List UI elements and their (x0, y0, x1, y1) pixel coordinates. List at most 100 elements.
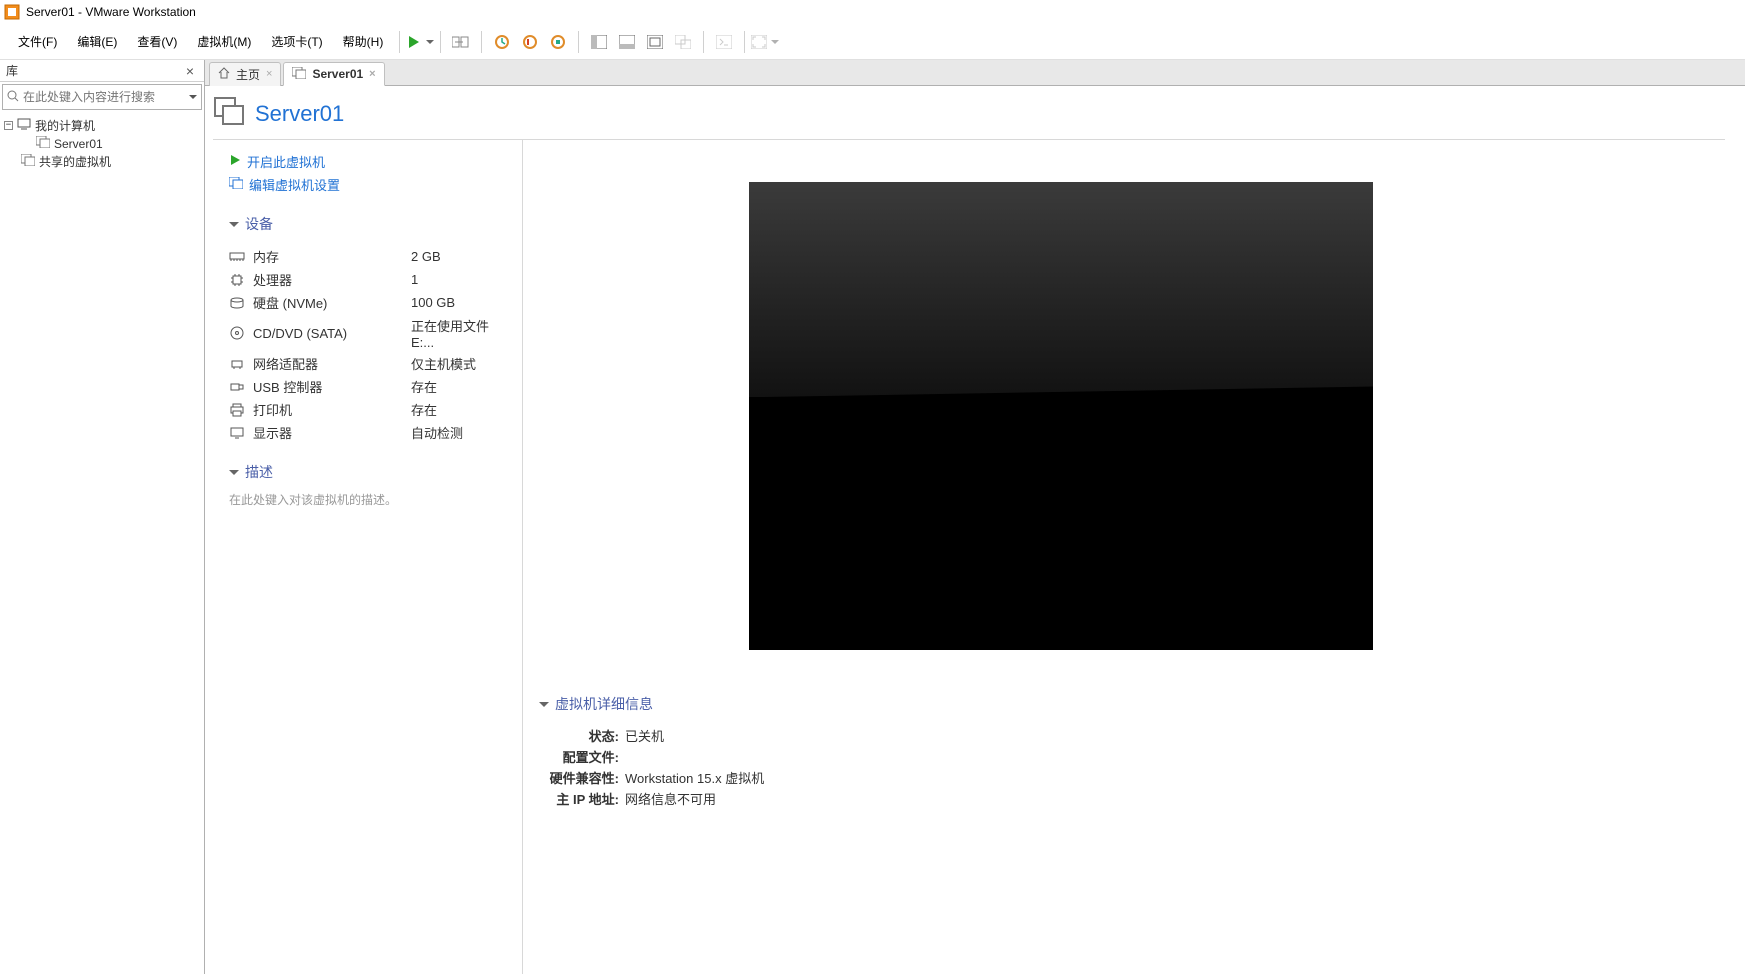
search-dropdown[interactable] (189, 95, 197, 103)
section-header-description[interactable]: 描述 (229, 462, 506, 487)
device-value: 仅主机模式 (411, 354, 506, 373)
tree-collapse-icon[interactable]: − (4, 121, 13, 130)
collapse-icon (539, 702, 549, 712)
power-on-link[interactable]: 开启此虚拟机 (229, 150, 506, 173)
titlebar: Server01 - VMware Workstation (0, 0, 1745, 24)
memory-icon (229, 250, 245, 264)
tree-node-my-computer[interactable]: − 我的计算机 (0, 116, 204, 135)
separator (744, 31, 745, 53)
tree-node-server01[interactable]: Server01 (0, 135, 204, 152)
device-value: 自动检测 (411, 423, 506, 442)
vm-icon (36, 136, 50, 151)
fullscreen-button[interactable] (751, 28, 779, 56)
menu-edit[interactable]: 编辑(E) (67, 29, 127, 54)
description-placeholder[interactable]: 在此处键入对该虚拟机的描述。 (229, 491, 506, 508)
search-input[interactable] (23, 90, 185, 104)
menu-view[interactable]: 查看(V) (127, 29, 187, 54)
device-row-net[interactable]: 网络适配器仅主机模式 (229, 352, 506, 375)
device-row-cd[interactable]: CD/DVD (SATA)正在使用文件 E:... (229, 314, 506, 352)
main-area: 库 × − 我的计算机 Server01 共享的虚拟机 (0, 60, 1745, 974)
tree-label: 共享的虚拟机 (39, 153, 111, 170)
computer-icon (17, 118, 31, 133)
view-thumbnail-button[interactable] (585, 28, 613, 56)
detail-row-ip: 主 IP 地址: 网络信息不可用 (539, 788, 1725, 809)
device-name: USB 控制器 (253, 377, 403, 396)
device-row-usb[interactable]: USB 控制器存在 (229, 375, 506, 398)
device-value: 存在 (411, 377, 506, 396)
quickswitch-button[interactable] (710, 28, 738, 56)
device-list: 内存 2 GB 处理器1硬盘 (NVMe)100 GBCD/DVD (SATA)正在… (229, 245, 506, 444)
tab-close-button[interactable]: × (369, 68, 375, 80)
device-name: 打印机 (253, 400, 403, 419)
view-unity-button[interactable] (669, 28, 697, 56)
power-button[interactable] (406, 28, 434, 56)
device-name: 处理器 (253, 270, 403, 289)
vm-title-row: Server01 (213, 96, 1725, 140)
tab-server01[interactable]: Server01 × (283, 62, 384, 86)
tab-strip: 主页 × Server01 × (205, 60, 1745, 86)
vm-icon (292, 67, 306, 82)
tree-label: Server01 (54, 137, 103, 151)
edit-settings-link[interactable]: 编辑虚拟机设置 (229, 173, 506, 196)
content-pane: 主页 × Server01 × Server01 开启此虚拟机 (205, 60, 1745, 974)
screen-gloss (749, 182, 1373, 397)
device-name: CD/DVD (SATA) (253, 326, 403, 341)
device-row-disk[interactable]: 硬盘 (NVMe)100 GB (229, 291, 506, 314)
settings-icon (229, 177, 243, 192)
device-row-memory[interactable]: 内存 2 GB (229, 245, 506, 268)
device-row-printer[interactable]: 打印机存在 (229, 398, 506, 421)
library-search[interactable] (2, 84, 202, 110)
menu-file[interactable]: 文件(F) (8, 29, 67, 54)
tab-label: 主页 (236, 66, 260, 83)
devices-section: 设备 内存2 GB处理器1硬盘 (NVMe)100 GBCD/DVD (SATA… (229, 214, 506, 444)
device-name: 显示器 (253, 423, 403, 442)
printer-icon (229, 403, 245, 417)
shared-vm-icon (21, 154, 35, 169)
window-title: Server01 - VMware Workstation (26, 5, 196, 19)
library-sidebar: 库 × − 我的计算机 Server01 共享的虚拟机 (0, 60, 205, 974)
device-row-cpu[interactable]: 处理器1 (229, 268, 506, 291)
description-section: 描述 在此处键入对该虚拟机的描述。 (229, 462, 506, 508)
display-icon (229, 426, 245, 440)
menu-vm[interactable]: 虚拟机(M) (187, 29, 261, 54)
device-value: 100 GB (411, 295, 506, 310)
home-icon (218, 67, 230, 82)
snapshot-revert-button[interactable] (516, 28, 544, 56)
tree-label: 我的计算机 (35, 117, 95, 134)
vm-right-column: 虚拟机详细信息 状态: 已关机 配置文件: (523, 140, 1745, 974)
detail-row-compat: 硬件兼容性: Workstation 15.x 虚拟机 (539, 767, 1725, 788)
library-header: 库 × (0, 60, 204, 82)
section-header-devices[interactable]: 设备 (229, 214, 506, 239)
vm-columns: 开启此虚拟机 编辑虚拟机设置 设备 内存 2 GB 处理器1硬盘 (NVMe)100… (213, 140, 1745, 974)
view-stretch-button[interactable] (641, 28, 669, 56)
net-icon (229, 357, 245, 371)
tab-home[interactable]: 主页 × (209, 62, 281, 86)
library-tree: − 我的计算机 Server01 共享的虚拟机 (0, 112, 204, 175)
collapse-icon (229, 470, 239, 480)
tab-close-button[interactable]: × (266, 68, 272, 80)
snapshot-manager-button[interactable] (544, 28, 572, 56)
view-console-button[interactable] (613, 28, 641, 56)
library-title: 库 (6, 62, 18, 79)
snapshot-take-button[interactable] (488, 28, 516, 56)
vm-large-icon (213, 96, 245, 131)
device-value: 2 GB (411, 249, 506, 264)
separator (399, 31, 400, 53)
search-icon (7, 90, 19, 105)
device-row-display[interactable]: 显示器自动检测 (229, 421, 506, 444)
detail-row-config: 配置文件: (539, 746, 1725, 767)
menu-tabs[interactable]: 选项卡(T) (261, 29, 332, 54)
send-keys-button[interactable] (447, 28, 475, 56)
device-name: 内存 (253, 247, 403, 266)
details-grid: 状态: 已关机 配置文件: 硬件兼容性: Workstation 15.x 虚拟… (539, 725, 1725, 809)
separator (481, 31, 482, 53)
tree-node-shared-vms[interactable]: 共享的虚拟机 (0, 152, 204, 171)
detail-row-state: 状态: 已关机 (539, 725, 1725, 746)
device-value: 存在 (411, 400, 506, 419)
library-close-button[interactable]: × (182, 63, 198, 79)
section-header-details[interactable]: 虚拟机详细信息 (539, 694, 1725, 719)
menubar: 文件(F) 编辑(E) 查看(V) 虚拟机(M) 选项卡(T) 帮助(H) (0, 24, 1745, 60)
menu-help[interactable]: 帮助(H) (333, 29, 394, 54)
disk-icon (229, 296, 245, 310)
cpu-icon (229, 273, 245, 287)
